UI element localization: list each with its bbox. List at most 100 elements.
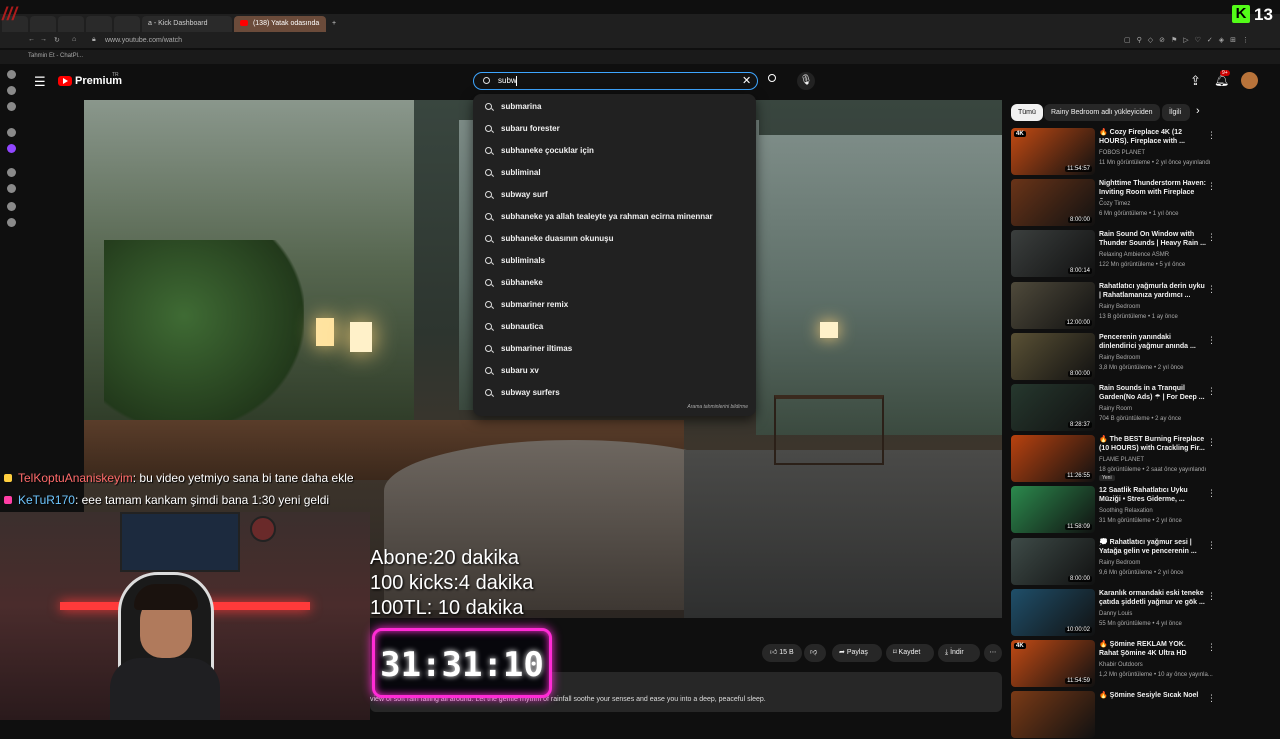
channel-name[interactable]: Rainy Room <box>1099 406 1132 412</box>
suggestion-item[interactable]: subway surfers <box>473 382 756 404</box>
avatar[interactable] <box>1241 72 1258 89</box>
extension-icon[interactable] <box>7 86 16 95</box>
channel-name[interactable]: FLAME PLANET <box>1099 457 1144 463</box>
video-title[interactable]: Pencerenin yanındaki dinlendirici yağmur… <box>1099 333 1207 351</box>
suggestion-item[interactable]: subaru forester <box>473 118 756 140</box>
suggestion-item[interactable]: subhaneke ya allah tealeyte ya rahman ec… <box>473 206 756 228</box>
chip-all[interactable]: Tümü <box>1011 104 1043 121</box>
video-thumbnail[interactable]: 8:00:00 <box>1011 332 1095 380</box>
suggestion-item[interactable]: subaru xv <box>473 360 756 382</box>
related-video-item[interactable]: 8:00:00 💭 Rahatlatıcı yağmur sesi | Yatağ… <box>1011 537 1216 586</box>
video-title[interactable]: 12 Saatlik Rahatlatıcı Uyku Müziği • Str… <box>1099 486 1207 504</box>
extension-icon[interactable] <box>7 218 16 227</box>
video-title[interactable]: 💭 Rahatlatıcı yağmur sesi | Yatağa gelin… <box>1099 538 1207 556</box>
more-vert-icon[interactable]: ⋮ <box>1207 130 1216 141</box>
video-title[interactable]: Nighttime Thunderstorm Haven: Inviting R… <box>1099 179 1207 199</box>
channel-name[interactable]: Soothing Relaxation <box>1099 508 1153 514</box>
extension-icon[interactable] <box>7 184 16 193</box>
related-video-item[interactable]: 11:54:57 4K 🔥 Cozy Fireplace 4K (12 HOURS)… <box>1011 128 1216 176</box>
channel-name[interactable]: Rainy Bedroom <box>1099 304 1140 310</box>
youtube-logo-icon[interactable] <box>58 76 72 86</box>
dislike-button[interactable]: 👎︎ <box>804 644 826 662</box>
video-title[interactable]: 🔥 Şömine REKLAM YOK. Rahat Şömine 4K Ult… <box>1099 640 1207 658</box>
more-vert-icon[interactable]: ⋮ <box>1207 488 1216 499</box>
related-video-item[interactable]: 10:00:02 Karanlık ormandaki eski teneke ç… <box>1011 588 1216 637</box>
chip-related[interactable]: İlgili <box>1162 104 1190 121</box>
extension-icon[interactable] <box>7 202 16 211</box>
bookmark-item[interactable]: Tahmin Et - ChatPl... <box>28 53 83 59</box>
extension-icon[interactable] <box>7 70 16 79</box>
suggestion-item[interactable]: submariner remix <box>473 294 756 316</box>
more-vert-icon[interactable]: ⋮ <box>1207 181 1216 192</box>
more-actions-button[interactable]: ⋯ <box>984 644 1002 662</box>
video-title[interactable]: Karanlık ormandaki eski teneke çatıda şi… <box>1099 589 1207 607</box>
video-thumbnail[interactable]: 10:00:02 <box>1011 588 1095 636</box>
suggestion-item[interactable]: subliminal <box>473 162 756 184</box>
share-button[interactable]: ➦ Paylaş <box>832 644 882 662</box>
video-title[interactable]: Rain Sound On Window with Thunder Sounds… <box>1099 230 1207 248</box>
suggestion-item[interactable]: sübhaneke <box>473 272 756 294</box>
video-title[interactable]: Rain Sounds in a Tranquil Garden(No Ads)… <box>1099 384 1207 402</box>
voice-search-button[interactable]: 🎙︎ <box>797 72 815 90</box>
home-icon[interactable]: ⌂ <box>72 36 76 43</box>
more-vert-icon[interactable]: ⋮ <box>1207 386 1216 397</box>
upload-icon[interactable]: ⇪ <box>1190 73 1201 89</box>
like-button[interactable]: 👍︎ 15 B <box>762 644 802 662</box>
back-arrow-icon[interactable]: ← <box>28 36 35 43</box>
more-vert-icon[interactable]: ⋮ <box>1207 642 1216 653</box>
forward-arrow-icon[interactable]: → <box>40 36 47 43</box>
new-tab-button[interactable]: + <box>328 16 342 32</box>
related-video-item[interactable]: 🔥 Şömine Sesiyle Sıcak Noel ⋮ <box>1011 691 1216 739</box>
suggestion-item[interactable]: subliminals <box>473 250 756 272</box>
extension-icon[interactable] <box>7 168 16 177</box>
channel-name[interactable]: Danny Louis <box>1099 611 1132 617</box>
video-thumbnail[interactable]: 11:54:59 4K <box>1011 640 1095 687</box>
url-field[interactable]: www.youtube.com/watch <box>105 37 182 44</box>
video-thumbnail[interactable]: 11:58:09 <box>1011 486 1095 534</box>
related-video-item[interactable]: 8:00:14 Rain Sound On Window with Thunder… <box>1011 230 1216 278</box>
suggestion-item[interactable]: subhaneke duasının okunuşu <box>473 228 756 250</box>
extension-icon[interactable] <box>7 102 16 111</box>
channel-name[interactable]: Cozy Timez <box>1099 201 1130 207</box>
search-box[interactable]: subw ✕ <box>473 72 758 90</box>
report-predictions-link[interactable]: Arama tahminlerini bildirme <box>687 404 748 410</box>
more-vert-icon[interactable]: ⋮ <box>1207 284 1216 295</box>
browser-tab-youtube-active[interactable]: (138) Yatak odasında <box>234 16 326 32</box>
video-thumbnail[interactable]: 12:00:00 <box>1011 281 1095 329</box>
channel-name[interactable]: Rainy Bedroom <box>1099 560 1140 566</box>
related-video-item[interactable]: 8:00:00 Pencerenin yanındaki dinlendirici… <box>1011 332 1216 381</box>
download-button[interactable]: ⤓ İndir <box>938 644 980 662</box>
video-thumbnail[interactable]: 11:26:55 <box>1011 435 1095 483</box>
related-video-item[interactable]: 8:00:00 Nighttime Thunderstorm Haven: Inv… <box>1011 179 1216 227</box>
menu-icon[interactable]: ☰ <box>34 74 46 90</box>
search-input[interactable]: subw <box>498 76 517 85</box>
video-thumbnail[interactable]: 8:00:00 <box>1011 179 1095 227</box>
suggestion-item[interactable]: submarina <box>473 96 756 118</box>
reload-icon[interactable]: ↻ <box>54 36 60 44</box>
save-button[interactable]: ⌑ Kaydet <box>886 644 934 662</box>
related-video-item[interactable]: 11:26:55 🔥 The BEST Burning Fireplace (10… <box>1011 435 1216 483</box>
browser-tab[interactable] <box>114 16 140 32</box>
video-thumbnail[interactable] <box>1011 691 1095 739</box>
more-vert-icon[interactable]: ⋮ <box>1207 540 1216 551</box>
related-video-item[interactable]: 8:28:37 Rain Sounds in a Tranquil Garden(… <box>1011 384 1216 432</box>
browser-tab-kick-dashboard[interactable]: a - Kick Dashboard <box>142 16 232 32</box>
video-title[interactable]: 🔥 The BEST Burning Fireplace (10 HOURS) … <box>1099 435 1207 453</box>
related-video-item[interactable]: 12:00:00 Rahatlatıcı yağmurla derin uyku … <box>1011 281 1216 330</box>
browser-tab[interactable] <box>86 16 112 32</box>
suggestion-item[interactable]: subhaneke çocuklar için <box>473 140 756 162</box>
video-thumbnail[interactable]: 8:00:00 <box>1011 537 1095 585</box>
suggestion-item[interactable]: subnautica <box>473 316 756 338</box>
more-vert-icon[interactable]: ⋮ <box>1207 693 1216 704</box>
channel-name[interactable]: FOBOS PLANET <box>1099 150 1145 156</box>
video-title[interactable]: 🔥 Cozy Fireplace 4K (12 HOURS). Fireplac… <box>1099 128 1207 146</box>
video-thumbnail[interactable]: 8:28:37 <box>1011 384 1095 431</box>
extension-icons[interactable]: ▢⚲◇⊘⚑▷♡✓◈⊞⋮ <box>1124 36 1255 44</box>
chip-uploader[interactable]: Rainy Bedroom adlı yükleyiciden <box>1044 104 1160 121</box>
video-thumbnail[interactable]: 11:54:57 4K <box>1011 128 1095 175</box>
more-vert-icon[interactable]: ⋮ <box>1207 437 1216 448</box>
more-vert-icon[interactable]: ⋮ <box>1207 232 1216 243</box>
twitch-icon[interactable] <box>7 144 16 153</box>
suggestion-item[interactable]: subway surf <box>473 184 756 206</box>
more-vert-icon[interactable]: ⋮ <box>1207 335 1216 346</box>
